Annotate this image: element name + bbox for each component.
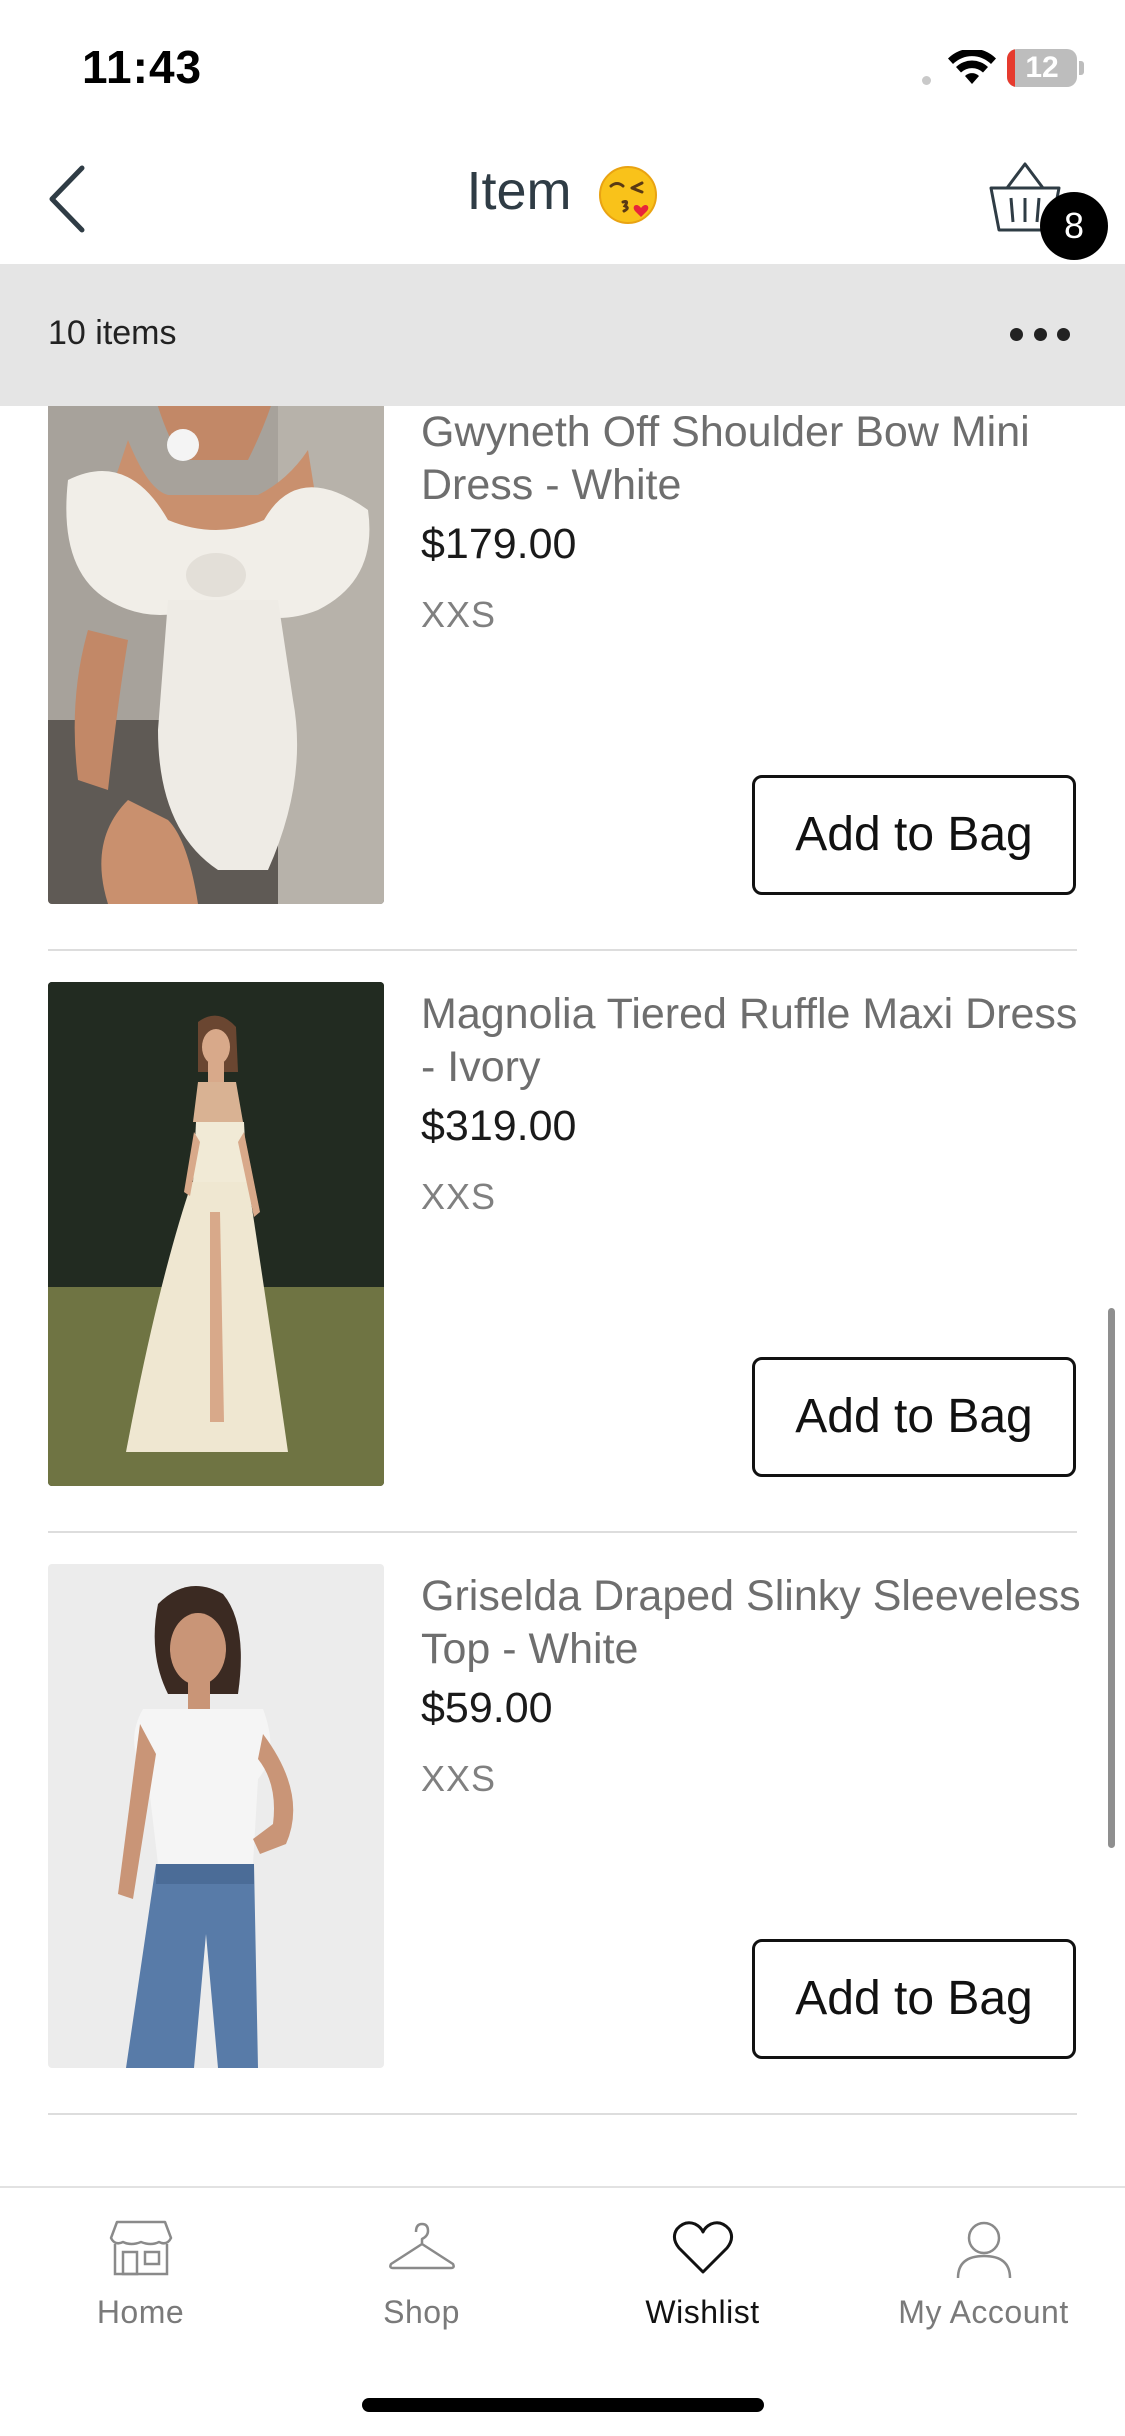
tab-wishlist[interactable]: Wishlist bbox=[562, 2188, 843, 2338]
product-image-white-mini-dress[interactable] bbox=[48, 406, 384, 904]
list-toolbar: 10 items bbox=[0, 264, 1125, 406]
model-white-top-jeans-photo bbox=[48, 1564, 384, 2068]
storefront-icon bbox=[109, 2220, 172, 2276]
product-price: $179.00 bbox=[421, 520, 577, 568]
divider bbox=[48, 2113, 1077, 2115]
page-title: Item bbox=[0, 160, 1125, 226]
item-count: 10 items bbox=[48, 314, 177, 352]
camera-indicator-dot bbox=[922, 76, 931, 85]
product-price: $59.00 bbox=[421, 1684, 553, 1732]
wishlist-product-list: Gwyneth Off Shoulder Bow Mini Dress - Wh… bbox=[0, 406, 1125, 2186]
more-options-button[interactable] bbox=[1010, 314, 1070, 354]
product-name[interactable]: Magnolia Tiered Ruffle Maxi Dress - Ivor… bbox=[421, 988, 1081, 1094]
battery-icon: 12 bbox=[1007, 49, 1077, 87]
person-icon bbox=[956, 2221, 1011, 2279]
tab-label: Wishlist bbox=[645, 2294, 760, 2330]
scrollbar[interactable] bbox=[1108, 1308, 1115, 1848]
ellipsis-icon-dot bbox=[1057, 327, 1070, 341]
add-to-bag-button[interactable]: Add to Bag bbox=[752, 1939, 1076, 2059]
nav-bar: Item 8 bbox=[0, 132, 1125, 264]
tab-my-account[interactable]: My Account bbox=[843, 2188, 1124, 2338]
divider bbox=[48, 1531, 1077, 1533]
list-item[interactable]: Griselda Draped Slinky Sleeveless Top - … bbox=[0, 1564, 1125, 2147]
tab-label: Home bbox=[96, 2294, 185, 2330]
tab-home[interactable]: Home bbox=[0, 2188, 281, 2338]
cart-count-badge: 8 bbox=[1040, 192, 1108, 260]
page-title-text: Item bbox=[466, 161, 572, 221]
battery-cap bbox=[1079, 61, 1084, 75]
list-item[interactable]: Gwyneth Off Shoulder Bow Mini Dress - Wh… bbox=[0, 406, 1125, 983]
heart-icon bbox=[672, 2221, 733, 2274]
product-size: XXS bbox=[421, 1176, 497, 1217]
product-image-ivory-maxi-dress[interactable] bbox=[48, 982, 384, 1486]
model-ivory-ruffle-maxi-dress-photo bbox=[48, 982, 384, 1486]
product-name[interactable]: Griselda Draped Slinky Sleeveless Top - … bbox=[421, 1570, 1081, 1676]
status-bar: 11:43 12 bbox=[0, 0, 1125, 132]
product-size: XXS bbox=[421, 1758, 497, 1799]
product-image-white-top[interactable] bbox=[48, 1564, 384, 2068]
battery-percent: 12 bbox=[1025, 51, 1059, 84]
tab-label: Shop bbox=[383, 2294, 460, 2330]
product-size: XXS bbox=[421, 594, 497, 635]
tab-shop[interactable]: Shop bbox=[281, 2188, 562, 2338]
add-to-bag-button[interactable]: Add to Bag bbox=[752, 1357, 1076, 1477]
list-item[interactable]: Magnolia Tiered Ruffle Maxi Dress - Ivor… bbox=[0, 982, 1125, 1565]
divider bbox=[48, 949, 1077, 951]
home-indicator[interactable] bbox=[362, 2398, 764, 2412]
face-blowing-kiss-emoji bbox=[598, 165, 657, 224]
add-to-bag-button[interactable]: Add to Bag bbox=[752, 775, 1076, 895]
product-price: $319.00 bbox=[421, 1102, 577, 1150]
wifi-icon bbox=[948, 50, 996, 84]
tab-label: My Account bbox=[898, 2294, 1069, 2330]
ellipsis-icon-dot bbox=[1033, 327, 1047, 341]
product-name[interactable]: Gwyneth Off Shoulder Bow Mini Dress - Wh… bbox=[421, 406, 1081, 512]
status-time: 11:43 bbox=[82, 41, 203, 93]
hanger-icon bbox=[388, 2222, 455, 2270]
model-white-mini-dress-photo bbox=[48, 406, 384, 904]
ellipsis-icon bbox=[1010, 327, 1023, 341]
